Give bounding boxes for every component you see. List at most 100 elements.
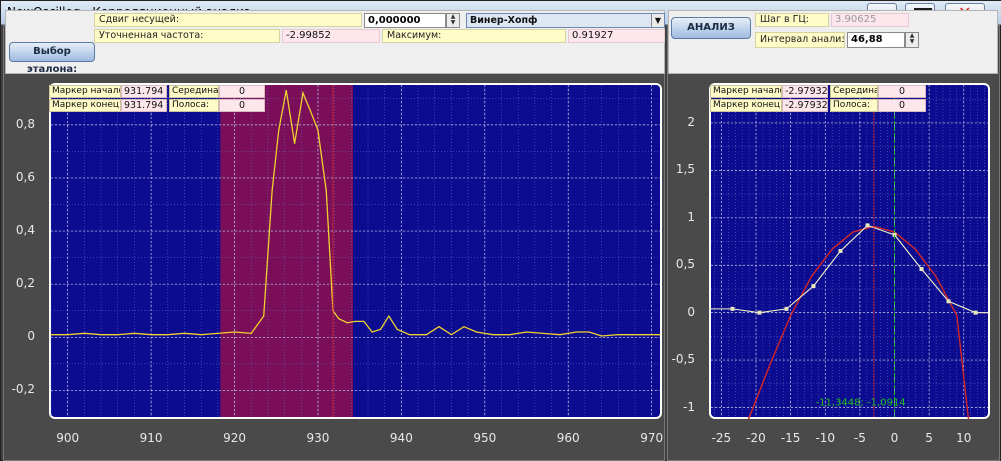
right-x-tick-label: -25 (711, 431, 732, 445)
left-signal-point (325, 190, 327, 192)
refined-freq-label: Уточненная частота: (94, 29, 280, 43)
right-x-tick-label: 5 (925, 431, 933, 445)
left-x-tick-label: 920 (223, 431, 246, 445)
left-x-tick-label: 910 (139, 431, 163, 445)
left-y-tick-label: 0,6 (15, 169, 35, 184)
step-value: 3.90625 (831, 13, 909, 27)
left-x-tick-label: 900 (56, 431, 80, 445)
left-signal-point (542, 332, 544, 334)
left-signal-point (67, 334, 69, 336)
left-x-tick-label: 940 (389, 431, 413, 445)
left-band-value: 0 (219, 99, 265, 112)
right-mid-label: Середина: (830, 85, 878, 98)
left-signal-point (634, 334, 636, 336)
left-signal-point (475, 331, 478, 333)
left-signal-point (371, 331, 373, 333)
left-marker-start-value: 931.794 (121, 85, 167, 98)
left-signal-point (233, 331, 236, 333)
right-marker-start-value: -2.97932 (782, 85, 828, 98)
left-signal-point (588, 331, 590, 333)
left-signal-point (50, 334, 52, 336)
right-x-tick-label: -10 (815, 431, 836, 445)
interval-spinner[interactable]: ▲ ▼ (905, 32, 919, 48)
filter-select-value: Винер-Хопф (470, 15, 538, 26)
left-signal-point (409, 334, 411, 336)
right-y-tick-label: -1 (683, 399, 695, 414)
interval-input[interactable]: 46,88 (847, 32, 905, 48)
left-toolbar: Выбор эталона: Сдвиг несущей: 0,000000 ▲… (5, 10, 665, 75)
left-signal-point (492, 334, 494, 336)
left-signal-point (509, 334, 511, 336)
left-signal-point (525, 331, 528, 333)
left-signal-point (217, 332, 219, 334)
right-corr-point (757, 310, 762, 315)
left-signal-point (601, 335, 603, 337)
left-signal-point (438, 326, 440, 328)
left-signal-point (278, 129, 280, 131)
carrier-shift-input[interactable]: 0,000000 (364, 13, 446, 28)
left-signal-point (250, 332, 252, 334)
maximum-label: Максимум: (382, 29, 566, 43)
left-signal-point (167, 334, 169, 336)
left-signal-point (559, 334, 561, 336)
right-y-tick-label: 1,5 (675, 162, 695, 177)
left-signal-point (379, 328, 382, 330)
left-signal-point (617, 334, 619, 336)
right-corr-point (946, 299, 951, 304)
left-signal-point (133, 332, 136, 334)
carrier-shift-spinner[interactable]: ▲ ▼ (446, 13, 460, 28)
filter-select[interactable]: Винер-Хопф ▼ (466, 13, 665, 28)
left-y-tick-label: 0,8 (15, 116, 35, 131)
right-corr-point (838, 249, 843, 253)
chevron-down-icon[interactable]: ▼ (651, 14, 664, 27)
correlation-plot-left[interactable] (49, 83, 662, 419)
left-signal-point (100, 334, 102, 336)
analyze-button[interactable]: АНАЛИЗ (671, 17, 751, 39)
left-signal-point (338, 318, 340, 320)
right-x-tick-label: 10 (956, 431, 972, 445)
left-signal-point (659, 334, 661, 336)
left-signal-point (117, 334, 119, 336)
right-band-value: 0 (878, 99, 926, 112)
refined-freq-value: -2.99852 (282, 29, 380, 43)
right-annotation: -11,3448; -1,0914 (816, 398, 906, 409)
right-y-tick-label: 2 (687, 114, 695, 129)
left-x-tick-label: 960 (556, 431, 580, 445)
left-x-tick-label: 950 (473, 431, 497, 445)
app-window: NewOscillog - Корреляционный анализ Выбо… (0, 0, 1001, 461)
left-y-tick-label: 0,4 (15, 223, 35, 238)
left-signal-point (396, 328, 398, 330)
right-band-label: Полоса: (830, 99, 878, 112)
left-marker-end-label: Маркер конец: (49, 99, 121, 112)
left-signal-point (363, 320, 365, 322)
right-x-tick-label: -20 (746, 431, 766, 445)
left-chart[interactable] (49, 83, 662, 419)
right-x-tick-label: -15 (780, 431, 801, 445)
left-x-tick-label: 970 (640, 431, 664, 445)
right-corr-point (811, 284, 816, 289)
interval-label: Интервал анализа: (755, 32, 845, 48)
left-signal-point (346, 322, 348, 324)
right-corr-point (973, 310, 978, 315)
step-label: Шаг в ГЦ: (755, 13, 829, 27)
left-y-tick-label: 0,2 (15, 276, 35, 291)
right-y-tick-label: 0 (687, 304, 695, 319)
left-signal-point (575, 331, 578, 333)
select-reference-button[interactable]: Выбор эталона: (9, 42, 95, 75)
left-marker-start-label: Маркер начало: (49, 85, 121, 98)
left-signal-point (83, 332, 85, 334)
left-plot-area (51, 85, 660, 417)
carrier-shift-label: Сдвиг несущей: (94, 13, 362, 27)
right-y-tick-label: 1 (687, 209, 695, 224)
right-marker-start-label: Маркер начало: (710, 85, 782, 98)
left-y-tick-label: 0 (27, 329, 35, 344)
right-toolbar: АНАЛИЗ Шаг в ГЦ: 3.90625 Интервал анализ… (668, 10, 998, 74)
left-x-tick-label: 930 (306, 431, 330, 445)
left-signal-point (183, 332, 186, 334)
right-chart[interactable]: -11,3448; -1,0914 (707, 83, 990, 427)
right-y-tick-label: 0,5 (675, 257, 695, 272)
right-corr-point (919, 267, 924, 272)
left-mid-value: 0 (219, 85, 265, 98)
correlation-plot-right[interactable]: -11,3448; -1,0914 (707, 83, 990, 427)
right-corr-point (784, 306, 789, 311)
